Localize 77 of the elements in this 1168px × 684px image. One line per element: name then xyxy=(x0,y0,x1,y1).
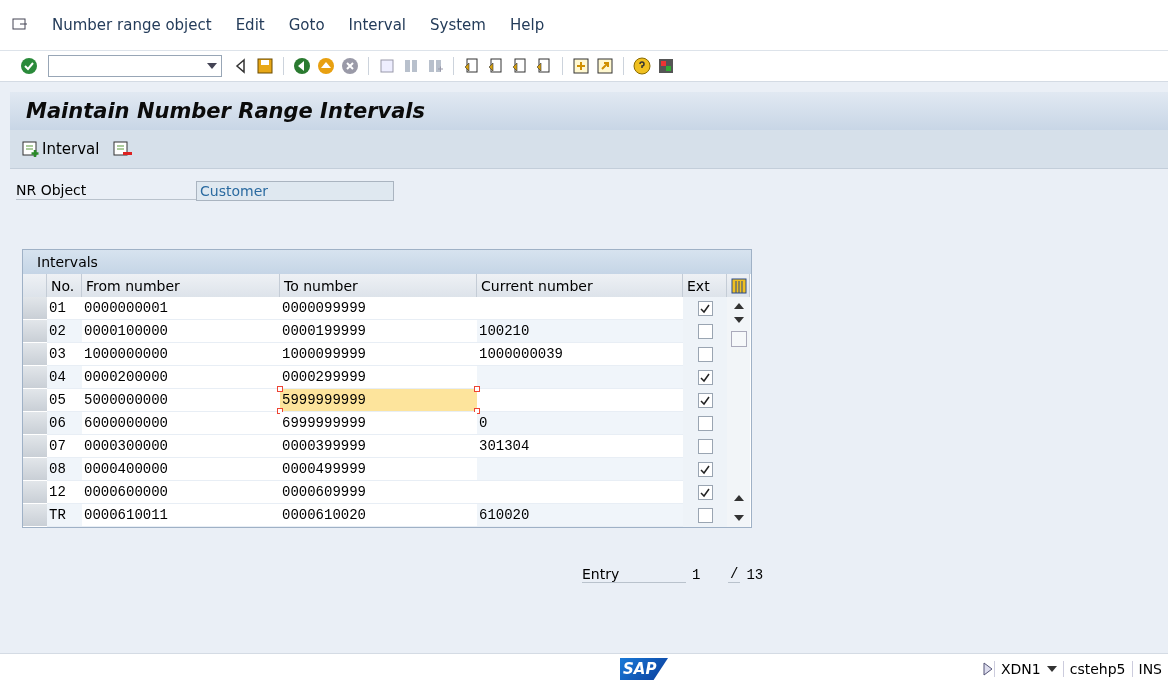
row-selector[interactable] xyxy=(23,481,47,504)
menu-item[interactable]: System xyxy=(430,16,486,34)
field-label: NR Object xyxy=(16,182,196,200)
scroll-down-icon[interactable] xyxy=(733,317,744,323)
shortcut-icon[interactable] xyxy=(596,57,614,75)
layout-icon[interactable] xyxy=(657,57,675,75)
add-interval-button[interactable]: Interval xyxy=(22,140,100,158)
column-header[interactable]: From number xyxy=(82,274,280,297)
up-icon[interactable] xyxy=(317,57,335,75)
triangle-right-icon[interactable] xyxy=(981,661,994,677)
checkbox[interactable] xyxy=(697,508,713,523)
column-header[interactable]: To number xyxy=(280,274,477,297)
scroll-up-icon[interactable] xyxy=(733,303,744,309)
command-field[interactable] xyxy=(48,55,222,77)
caret-icon xyxy=(1046,666,1057,672)
table-cell: 100210 xyxy=(477,320,683,343)
entry-value: 1 xyxy=(692,567,702,583)
server-name: cstehp5 xyxy=(1062,661,1132,677)
menu-item[interactable]: Interval xyxy=(348,16,406,34)
caret-icon xyxy=(207,63,217,69)
menu-icon[interactable] xyxy=(12,17,28,33)
menu-item[interactable]: Goto xyxy=(288,16,325,34)
column-settings-icon xyxy=(731,277,747,294)
system-indicator[interactable]: XDN1 xyxy=(993,661,1063,677)
scroll-down-icon[interactable] xyxy=(733,515,744,521)
checkbox[interactable] xyxy=(697,324,713,339)
entry-total: 13 xyxy=(746,567,764,583)
checkbox[interactable] xyxy=(697,439,713,454)
menu-item[interactable]: Number range object xyxy=(52,16,212,34)
table-cell: 0 xyxy=(477,412,683,435)
screen-title: Maintain Number Range Intervals xyxy=(26,99,426,123)
column-settings-header[interactable] xyxy=(727,274,750,297)
column-header[interactable]: Ext xyxy=(683,274,727,297)
checkbox[interactable] xyxy=(697,393,713,408)
checkbox[interactable] xyxy=(697,416,713,431)
column-header[interactable]: Current number xyxy=(477,274,683,297)
row-selector[interactable] xyxy=(23,320,47,343)
input-field[interactable]: 5999999999 xyxy=(280,389,477,412)
row-selector[interactable] xyxy=(23,297,47,320)
table-cell: 610020 xyxy=(477,504,683,527)
help-icon[interactable] xyxy=(633,57,651,75)
row-selector[interactable] xyxy=(23,343,47,366)
row-selector[interactable] xyxy=(23,389,47,412)
row-selector[interactable] xyxy=(23,458,47,481)
nr-object-field[interactable]: Customer xyxy=(196,181,394,201)
table-title: Intervals xyxy=(23,250,751,274)
entry-label: Entry xyxy=(582,566,686,583)
checkbox[interactable] xyxy=(697,301,713,316)
save-icon[interactable] xyxy=(256,57,274,75)
row-selector[interactable] xyxy=(23,412,47,435)
row-selector[interactable] xyxy=(23,435,47,458)
entry-separator: / xyxy=(728,566,741,583)
table-cell: 04 xyxy=(47,366,82,389)
scroll-thumb[interactable] xyxy=(730,331,747,347)
delete-row-icon[interactable] xyxy=(113,140,134,158)
checkbox[interactable] xyxy=(697,462,713,477)
menu-item[interactable]: Help xyxy=(509,16,545,34)
checkbox[interactable] xyxy=(697,370,713,385)
input-field[interactable]: 6999999999 xyxy=(280,412,477,435)
add-row-icon xyxy=(22,140,40,158)
table-cell: 02 xyxy=(47,320,82,343)
checkbox[interactable] xyxy=(697,485,713,500)
scroll-up-icon[interactable] xyxy=(733,495,744,501)
checkmark-icon[interactable] xyxy=(20,57,38,75)
table-cell: 06 xyxy=(47,412,82,435)
checkbox[interactable] xyxy=(697,347,713,362)
sap-logo: SAP xyxy=(620,658,668,680)
table-cell: 08 xyxy=(47,458,82,481)
table-cell: TR xyxy=(47,504,82,527)
back-icon[interactable] xyxy=(293,57,311,75)
input-mode: INS xyxy=(1131,661,1168,677)
row-selector[interactable] xyxy=(23,504,47,527)
new-window-icon[interactable] xyxy=(572,57,590,75)
cancel-icon[interactable] xyxy=(341,57,359,75)
column-header[interactable]: No. xyxy=(47,274,82,297)
menu-item[interactable]: Edit xyxy=(235,16,265,34)
row-selector[interactable] xyxy=(23,366,47,389)
